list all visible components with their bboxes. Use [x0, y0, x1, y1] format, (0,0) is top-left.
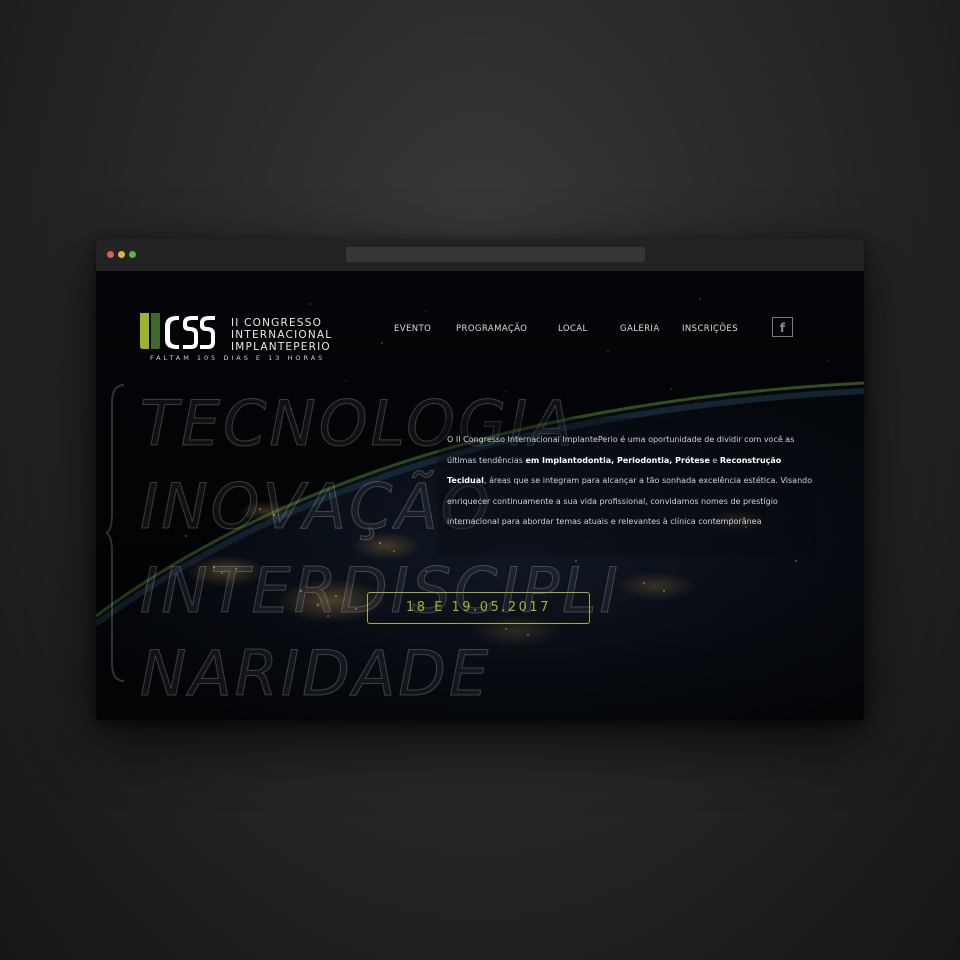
intro-bold-1: em Implantodontia, Periodontia, Prótese [525, 455, 710, 465]
event-date-button[interactable]: 18 E 19.05.2017 [367, 592, 590, 624]
nav-item-galeria[interactable]: GALERIA [620, 324, 660, 334]
address-bar[interactable] [346, 247, 645, 262]
nav-item-inscricoes[interactable]: INSCRIÇÕES [682, 324, 738, 334]
logo-wordmark: II CONGRESSO INTERNACIONAL IMPLANTEPERIO [231, 317, 332, 353]
logo-line-2: INTERNACIONAL [231, 329, 333, 341]
hero-word-4: NARIDADE [139, 637, 492, 711]
hero-bracket-decoration [106, 384, 125, 682]
logo-line-1: II CONGRESSO [231, 317, 323, 329]
minimize-window-button[interactable] [118, 251, 125, 258]
maximize-window-button[interactable] [129, 251, 136, 258]
countdown-text: FALTAM 105 DIAS E 13 HORAS [150, 354, 326, 362]
nav-item-programacao[interactable]: PROGRAMAÇÃO [456, 324, 527, 334]
page-viewport: TECNOLOGIA INOVAÇÃO INTERDISCIPLI NARIDA… [96, 271, 864, 720]
intro-text-3: , áreas que se integram para alcançar a … [447, 476, 813, 526]
intro-paragraph: O II Congresso Internacional ImplantePer… [447, 430, 817, 533]
close-window-button[interactable] [107, 251, 114, 258]
logo-mark-icon [140, 313, 215, 349]
nav-item-local[interactable]: LOCAL [558, 324, 588, 334]
logo-line-3: IMPLANTEPERIO [231, 341, 331, 353]
facebook-icon[interactable]: f [772, 317, 793, 337]
nav-item-evento[interactable]: EVENTO [394, 324, 431, 334]
browser-window: TECNOLOGIA INOVAÇÃO INTERDISCIPLI NARIDA… [96, 239, 864, 720]
intro-text-2: e [709, 455, 720, 465]
browser-toolbar [96, 239, 864, 272]
